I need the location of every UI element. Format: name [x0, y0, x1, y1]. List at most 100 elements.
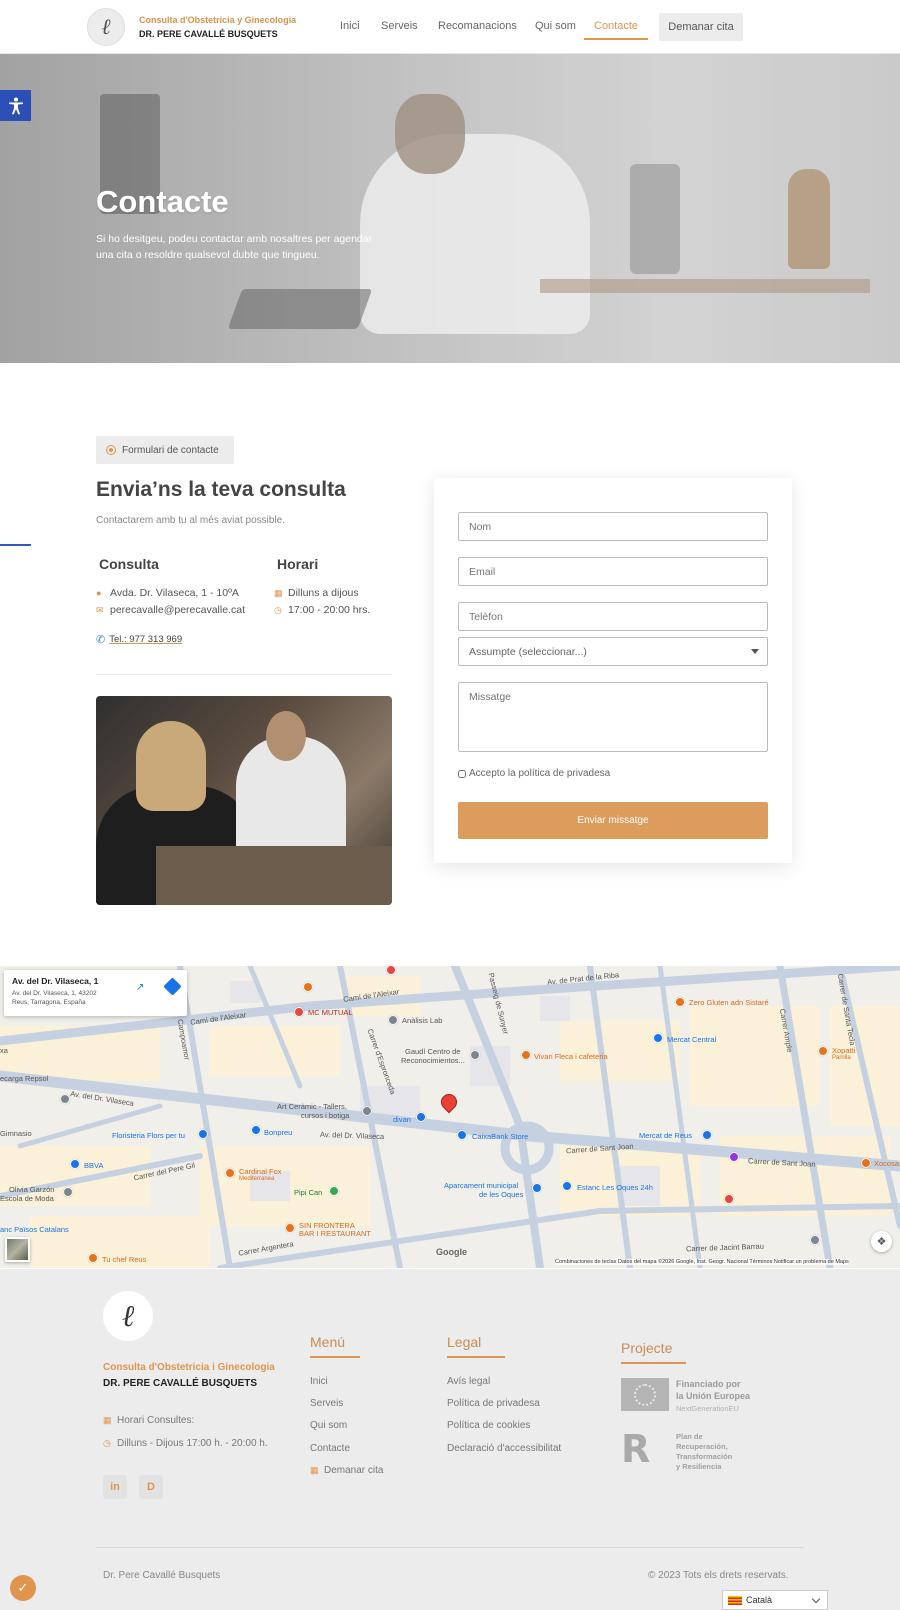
- poi-pin[interactable]: [251, 1125, 261, 1135]
- map-label[interactable]: de les Oques: [479, 1190, 523, 1199]
- footer-menu-demanar-cita-label[interactable]: Demanar cita: [324, 1465, 383, 1476]
- google-map[interactable]: Av. del Dr. Vilaseca, 1 Av. del Dr. Vila…: [0, 966, 900, 1268]
- footer-menu-demanar-cita[interactable]: ▦ Demanar cita: [310, 1465, 383, 1476]
- map-label[interactable]: Zero Gluten adn Sistaré: [689, 998, 769, 1007]
- submit-button[interactable]: Enviar missatge: [458, 802, 768, 839]
- poi-pin[interactable]: [702, 1130, 712, 1140]
- map-label[interactable]: BBVA: [84, 1161, 103, 1170]
- phone-link[interactable]: Tel.: 977 313 969: [109, 634, 182, 645]
- satellite-toggle[interactable]: [5, 1237, 30, 1262]
- map-label[interactable]: Gimnasio: [0, 1129, 32, 1138]
- map-label[interactable]: Art Ceràmic - Tallers,: [277, 1102, 347, 1111]
- brand-subtitle[interactable]: Consulta d'Obstetricia y Ginecologia: [139, 15, 296, 25]
- map-label[interactable]: Aparcament municipal: [444, 1181, 518, 1190]
- footer-menu-serveis[interactable]: Serveis: [310, 1398, 343, 1409]
- map-label[interactable]: Xopatti: [832, 1046, 855, 1055]
- poi-pin[interactable]: [810, 1235, 820, 1245]
- phone-field[interactable]: [458, 602, 768, 631]
- footer-legal-cookies[interactable]: Política de cookies: [447, 1420, 530, 1431]
- email-row[interactable]: ✉ perecavalle@perecavalle.cat: [96, 604, 245, 616]
- directions-icon[interactable]: [163, 977, 182, 996]
- poi-pin[interactable]: [675, 997, 685, 1007]
- subject-select[interactable]: Assumpte (seleccionar...): [458, 637, 768, 666]
- poi-pin[interactable]: [294, 1007, 304, 1017]
- poi-pin[interactable]: [225, 1168, 235, 1178]
- poi-pin[interactable]: [198, 1129, 208, 1139]
- footer-menu-qui-som[interactable]: Qui som: [310, 1420, 347, 1431]
- map-label[interactable]: Cardinal Fox: [239, 1167, 282, 1176]
- linkedin-icon[interactable]: in: [103, 1475, 127, 1499]
- map-label[interactable]: Mercat de Reus: [639, 1131, 692, 1140]
- privacy-row[interactable]: Accepto la política de privadesa: [458, 768, 610, 779]
- name-field[interactable]: [458, 512, 768, 541]
- poi-pin[interactable]: [521, 1050, 531, 1060]
- doctoralia-icon[interactable]: D: [139, 1475, 163, 1499]
- map-label[interactable]: MC MUTUAL: [308, 1008, 353, 1017]
- map-label[interactable]: Reconocimientos...: [401, 1056, 465, 1065]
- footer-legal-accessibilitat[interactable]: Declaració d'accessibilitat: [447, 1443, 561, 1454]
- footer-menu-contacte[interactable]: Contacte: [310, 1443, 350, 1454]
- footer-legal-avis[interactable]: Avís legal: [447, 1376, 490, 1387]
- map-label[interactable]: CaixaBank Store: [472, 1132, 528, 1141]
- logo[interactable]: ℓ: [87, 8, 125, 46]
- poi-pin[interactable]: [724, 1194, 734, 1204]
- map-label[interactable]: ecarga Repsol: [0, 1074, 48, 1083]
- map-label[interactable]: Olivia Garzón: [9, 1185, 54, 1194]
- poi-pin[interactable]: [386, 965, 396, 975]
- footer-logo[interactable]: ℓ: [103, 1291, 153, 1341]
- footer-menu-inici[interactable]: Inici: [310, 1376, 328, 1387]
- map-label[interactable]: BAR I RESTAURANT: [299, 1229, 371, 1238]
- poi-pin[interactable]: [729, 1152, 739, 1162]
- poi-pin[interactable]: [653, 1033, 663, 1043]
- brand-name[interactable]: DR. PERE CAVALLÉ BUSQUETS: [139, 29, 278, 39]
- poi-pin[interactable]: [60, 1094, 70, 1104]
- fullscreen-icon[interactable]: ❖: [871, 1231, 892, 1252]
- message-field[interactable]: [458, 682, 768, 752]
- map-label[interactable]: Pipi Can: [294, 1188, 322, 1197]
- map-label[interactable]: Gaudí Centro de: [405, 1047, 460, 1056]
- poi-pin[interactable]: [88, 1253, 98, 1263]
- poi-pin[interactable]: [532, 1183, 542, 1193]
- poi-pin[interactable]: [388, 1015, 398, 1025]
- phone-row[interactable]: ✆ Tel.: 977 313 969: [96, 633, 182, 646]
- email-link[interactable]: perecavalle@perecavalle.cat: [110, 604, 245, 616]
- poi-pin[interactable]: [416, 1112, 426, 1122]
- nav-contacte[interactable]: Contacte: [594, 20, 638, 32]
- poi-pin[interactable]: [303, 982, 313, 992]
- nav-qui-som[interactable]: Qui som: [535, 20, 576, 32]
- cookie-settings-icon[interactable]: ✓: [10, 1575, 36, 1601]
- email-field[interactable]: [458, 557, 768, 586]
- map-label[interactable]: anc Països Catalans: [0, 1225, 69, 1234]
- map-label[interactable]: Mercat Central: [667, 1035, 716, 1044]
- open-in-maps-icon[interactable]: ↗: [136, 982, 144, 993]
- nav-recomanacions[interactable]: Recomanacions: [438, 20, 517, 32]
- demanar-cita-button[interactable]: Demanar cita: [659, 13, 743, 41]
- map-place-card[interactable]: Av. del Dr. Vilaseca, 1 Av. del Dr. Vila…: [4, 970, 187, 1016]
- map-attribution[interactable]: Combinaciones de teclas Datos del mapa ©…: [555, 1259, 849, 1265]
- map-label[interactable]: Anàlisis Lab: [402, 1016, 442, 1025]
- poi-pin[interactable]: [861, 1158, 871, 1168]
- poi-pin[interactable]: [362, 1106, 372, 1116]
- map-label[interactable]: Escola de Moda: [0, 1194, 54, 1203]
- map-label[interactable]: Floristeria Flors per tu: [112, 1131, 185, 1140]
- privacy-checkbox[interactable]: [458, 769, 466, 778]
- map-label[interactable]: Bonpreu: [264, 1128, 292, 1137]
- map-label[interactable]: Estanc Les Oques 24h: [577, 1183, 653, 1192]
- map-label[interactable]: Vivan Fleca i cafeteria: [534, 1052, 608, 1061]
- accessibility-button[interactable]: [0, 90, 31, 121]
- nav-serveis[interactable]: Serveis: [381, 20, 418, 32]
- poi-pin[interactable]: [818, 1046, 828, 1056]
- map-label[interactable]: cursos i botiga: [301, 1111, 349, 1120]
- map-label[interactable]: Tu chef Reus: [102, 1255, 146, 1264]
- nav-inici[interactable]: Inici: [340, 20, 360, 32]
- poi-pin[interactable]: [70, 1159, 80, 1169]
- language-selector[interactable]: Català: [722, 1590, 828, 1610]
- poi-pin[interactable]: [457, 1130, 467, 1140]
- poi-pin[interactable]: [63, 1187, 73, 1197]
- poi-pin[interactable]: [329, 1186, 339, 1196]
- poi-pin[interactable]: [285, 1223, 295, 1233]
- footer-legal-privadesa[interactable]: Política de privadesa: [447, 1398, 540, 1409]
- map-label[interactable]: Xocosa: [874, 1159, 899, 1168]
- poi-pin[interactable]: [470, 1050, 480, 1060]
- map-label[interactable]: divan: [393, 1115, 411, 1124]
